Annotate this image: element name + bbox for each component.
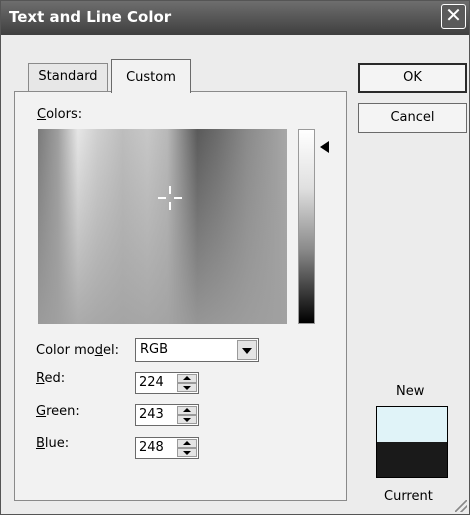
blue-spinner[interactable]: 248 (135, 437, 199, 459)
close-icon: ✕ (445, 3, 462, 27)
chevron-down-icon (242, 348, 252, 354)
dropdown-button[interactable] (237, 340, 257, 360)
tab-custom[interactable]: Custom (111, 59, 191, 93)
color-model-label: Color model: (36, 343, 119, 358)
green-spinner[interactable]: 243 (135, 404, 199, 426)
arrow-down-icon (183, 451, 191, 455)
color-model-select[interactable]: RGB (135, 338, 259, 362)
blue-spin-down-button[interactable] (177, 448, 197, 457)
dialog-title: Text and Line Color (9, 8, 172, 26)
red-label: Red: (36, 371, 66, 386)
color-spectrum-field[interactable] (38, 129, 287, 324)
color-preview-swatch (376, 406, 448, 478)
green-value[interactable]: 243 (139, 407, 164, 422)
current-color-label: Current (384, 489, 433, 504)
close-button[interactable]: ✕ (441, 4, 466, 29)
luminance-slider[interactable] (298, 129, 315, 324)
blue-value[interactable]: 248 (139, 440, 164, 455)
ok-button[interactable]: OK (358, 63, 467, 93)
arrow-up-icon (183, 408, 191, 412)
arrow-up-icon (183, 376, 191, 380)
red-spinner[interactable]: 224 (135, 372, 199, 394)
red-spin-down-button[interactable] (177, 383, 197, 392)
new-color-swatch (377, 407, 447, 442)
green-spin-down-button[interactable] (177, 415, 197, 424)
green-label: Green: (36, 404, 80, 419)
green-spin-up-button[interactable] (177, 406, 197, 415)
red-spin-up-button[interactable] (177, 374, 197, 383)
text-and-line-color-dialog: Text and Line Color ✕ Standard Custom Co… (0, 0, 470, 515)
blue-spin-up-button[interactable] (177, 439, 197, 448)
colors-label: Colors: (37, 107, 83, 122)
arrow-up-icon (183, 441, 191, 445)
blue-label: Blue: (36, 436, 70, 451)
color-model-value: RGB (140, 342, 169, 357)
cancel-button[interactable]: Cancel (358, 103, 467, 133)
triangle-left-icon[interactable] (320, 141, 329, 153)
red-value[interactable]: 224 (139, 375, 164, 390)
resize-grip[interactable] (455, 500, 467, 512)
arrow-down-icon (183, 386, 191, 390)
crosshair-icon[interactable] (158, 186, 182, 210)
new-color-label: New (396, 384, 425, 399)
arrow-down-icon (183, 418, 191, 422)
current-color-swatch (377, 442, 447, 477)
tab-standard[interactable]: Standard (28, 63, 108, 91)
title-bar[interactable]: Text and Line Color ✕ (1, 1, 469, 35)
